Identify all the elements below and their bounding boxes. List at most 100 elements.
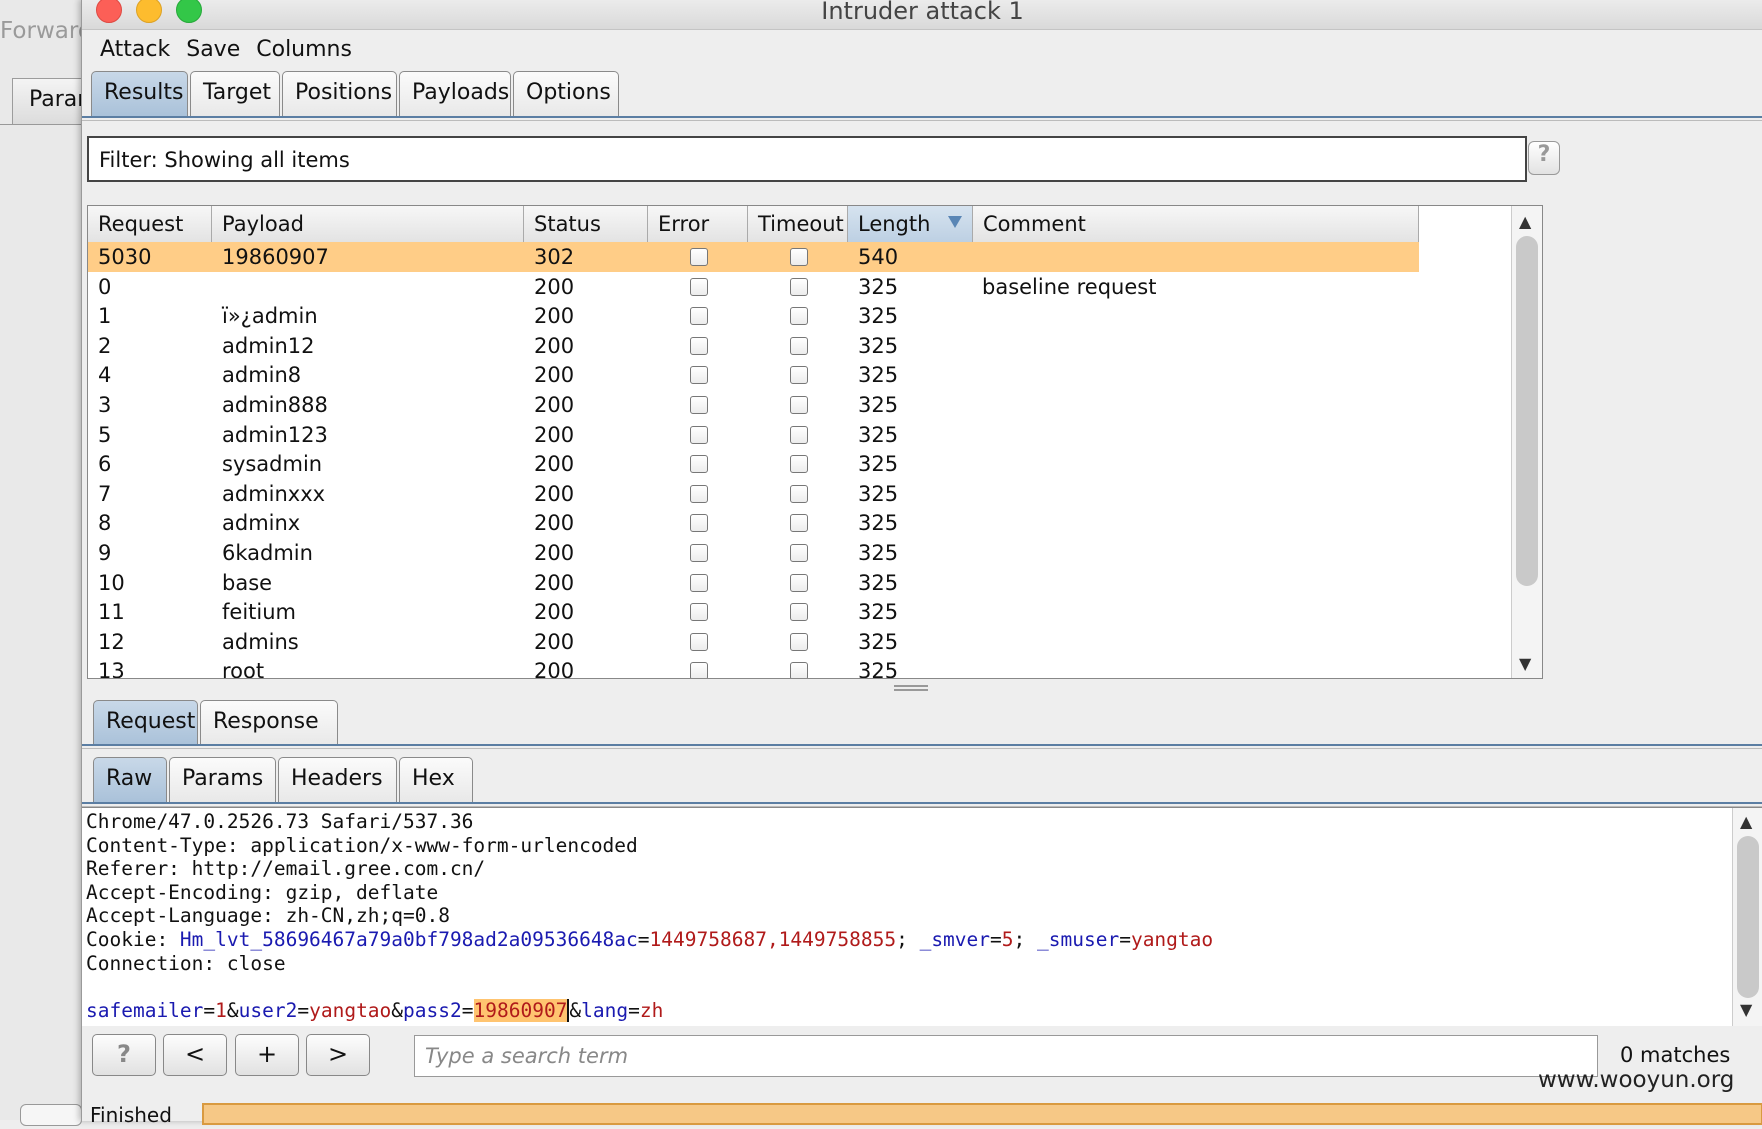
tab-hex[interactable]: Hex (399, 757, 473, 803)
watermark: www.wooyun.org (1538, 1067, 1735, 1093)
body-value: zh (639, 998, 664, 1022)
table-row[interactable]: 2 admin12 200 325 (88, 331, 1419, 361)
timeout-checkbox[interactable] (790, 277, 808, 296)
timeout-checkbox[interactable] (790, 395, 808, 414)
column-payload[interactable]: Payload (212, 206, 524, 242)
background-button[interactable] (20, 1104, 82, 1126)
tab-headers[interactable]: Headers (278, 757, 397, 803)
menu-save[interactable]: Save (186, 37, 240, 62)
error-checkbox[interactable] (690, 366, 708, 385)
column-error[interactable]: Error (648, 206, 748, 242)
error-checkbox[interactable] (690, 632, 708, 651)
cell-payload: 6kadmin (222, 540, 313, 565)
split-pane-handle[interactable] (894, 685, 928, 691)
editor-scrollbar[interactable]: ▲ ▼ (1732, 808, 1762, 1026)
timeout-checkbox[interactable] (790, 307, 808, 326)
editor-scroll-up-icon[interactable]: ▲ (1740, 812, 1752, 831)
timeout-checkbox[interactable] (790, 514, 808, 533)
scroll-down-icon[interactable]: ▼ (1519, 654, 1531, 673)
table-row[interactable]: 12 admins 200 325 (88, 627, 1419, 657)
table-row[interactable]: 5 admin123 200 325 (88, 420, 1419, 450)
tab-params[interactable]: Params (169, 757, 276, 803)
table-row[interactable]: 6 sysadmin 200 325 (88, 449, 1419, 479)
raw-request-text[interactable]: Chrome/47.0.2526.73 Safari/537.36 Conten… (86, 810, 1213, 1022)
editor-scroll-thumb[interactable] (1737, 836, 1759, 998)
table-row[interactable]: 13 root 200 325 (88, 656, 1419, 679)
body-key: lang (581, 998, 629, 1022)
table-row[interactable]: 5030 19860907 302 540 (88, 242, 1419, 272)
cell-length: 325 (858, 659, 899, 679)
search-add-button[interactable]: + (235, 1034, 299, 1076)
raw-request-editor[interactable]: Chrome/47.0.2526.73 Safari/537.36 Conten… (82, 807, 1762, 1026)
error-checkbox[interactable] (690, 307, 708, 326)
search-field[interactable] (414, 1035, 1598, 1077)
table-row[interactable]: 8 adminx 200 325 (88, 508, 1419, 538)
error-checkbox[interactable] (690, 573, 708, 592)
timeout-checkbox[interactable] (790, 248, 808, 266)
table-row[interactable]: 3 admin888 200 325 (88, 390, 1419, 420)
table-row[interactable]: 7 adminxxx 200 325 (88, 479, 1419, 509)
table-row[interactable]: 11 feitium 200 325 (88, 597, 1419, 627)
cell-length: 325 (858, 481, 899, 506)
column-timeout[interactable]: Timeout (748, 206, 848, 242)
cell-request: 5030 (98, 245, 152, 269)
column-length[interactable]: Length (848, 206, 973, 242)
search-help-button[interactable]: ? (92, 1034, 156, 1076)
tab-options[interactable]: Options (513, 71, 619, 117)
error-checkbox[interactable] (690, 425, 708, 444)
menu-columns[interactable]: Columns (256, 37, 352, 62)
table-row[interactable]: 4 admin8 200 325 (88, 360, 1419, 390)
tab-target[interactable]: Target (190, 71, 280, 117)
timeout-checkbox[interactable] (790, 484, 808, 503)
error-checkbox[interactable] (690, 543, 708, 562)
table-row[interactable]: 0 200 325 baseline request (88, 272, 1419, 302)
menu-attack[interactable]: Attack (100, 37, 170, 62)
column-status[interactable]: Status (524, 206, 648, 242)
timeout-checkbox[interactable] (790, 662, 808, 678)
background-forward-label: Forward (0, 18, 93, 44)
help-button[interactable]: ? (1528, 141, 1560, 175)
timeout-checkbox[interactable] (790, 455, 808, 474)
table-scroll-thumb[interactable] (1516, 236, 1538, 586)
error-checkbox[interactable] (690, 395, 708, 414)
editor-scroll-down-icon[interactable]: ▼ (1740, 1000, 1752, 1019)
error-checkbox[interactable] (690, 248, 708, 266)
error-checkbox[interactable] (690, 277, 708, 296)
cell-request: 8 (98, 511, 112, 536)
timeout-checkbox[interactable] (790, 336, 808, 355)
table-row[interactable]: 9 6kadmin 200 325 (88, 538, 1419, 568)
tab-payloads[interactable]: Payloads (399, 71, 511, 117)
search-next-button[interactable]: > (306, 1034, 370, 1076)
error-checkbox[interactable] (690, 514, 708, 533)
column-comment[interactable]: Comment (973, 206, 1419, 242)
timeout-checkbox[interactable] (790, 425, 808, 444)
tab-raw[interactable]: Raw (93, 757, 167, 803)
filter-bar[interactable]: Filter: Showing all items (87, 136, 1527, 182)
cell-status: 200 (534, 481, 575, 506)
timeout-checkbox[interactable] (790, 573, 808, 592)
error-checkbox[interactable] (690, 662, 708, 678)
error-checkbox[interactable] (690, 603, 708, 622)
cell-status: 200 (534, 304, 575, 329)
error-checkbox[interactable] (690, 336, 708, 355)
error-checkbox[interactable] (690, 455, 708, 474)
error-checkbox[interactable] (690, 484, 708, 503)
timeout-checkbox[interactable] (790, 366, 808, 385)
timeout-checkbox[interactable] (790, 543, 808, 562)
search-input[interactable] (425, 1044, 1597, 1068)
timeout-checkbox[interactable] (790, 603, 808, 622)
table-row[interactable]: 10 base 200 325 (88, 568, 1419, 598)
timeout-checkbox[interactable] (790, 632, 808, 651)
cell-status: 200 (534, 363, 575, 388)
tab-results[interactable]: Results (91, 71, 188, 117)
search-previous-button[interactable]: < (163, 1034, 227, 1076)
tab-request[interactable]: Request (93, 700, 198, 746)
cell-request: 3 (98, 392, 112, 417)
tab-response[interactable]: Response (200, 700, 338, 746)
payload-highlight: 19860907 (473, 998, 568, 1022)
table-scrollbar[interactable]: ▲ ▼ (1511, 206, 1542, 678)
tab-positions[interactable]: Positions (282, 71, 397, 117)
column-request[interactable]: Request (88, 206, 212, 242)
table-row[interactable]: 1 ï»¿admin 200 325 (88, 301, 1419, 331)
scroll-up-icon[interactable]: ▲ (1519, 212, 1531, 231)
